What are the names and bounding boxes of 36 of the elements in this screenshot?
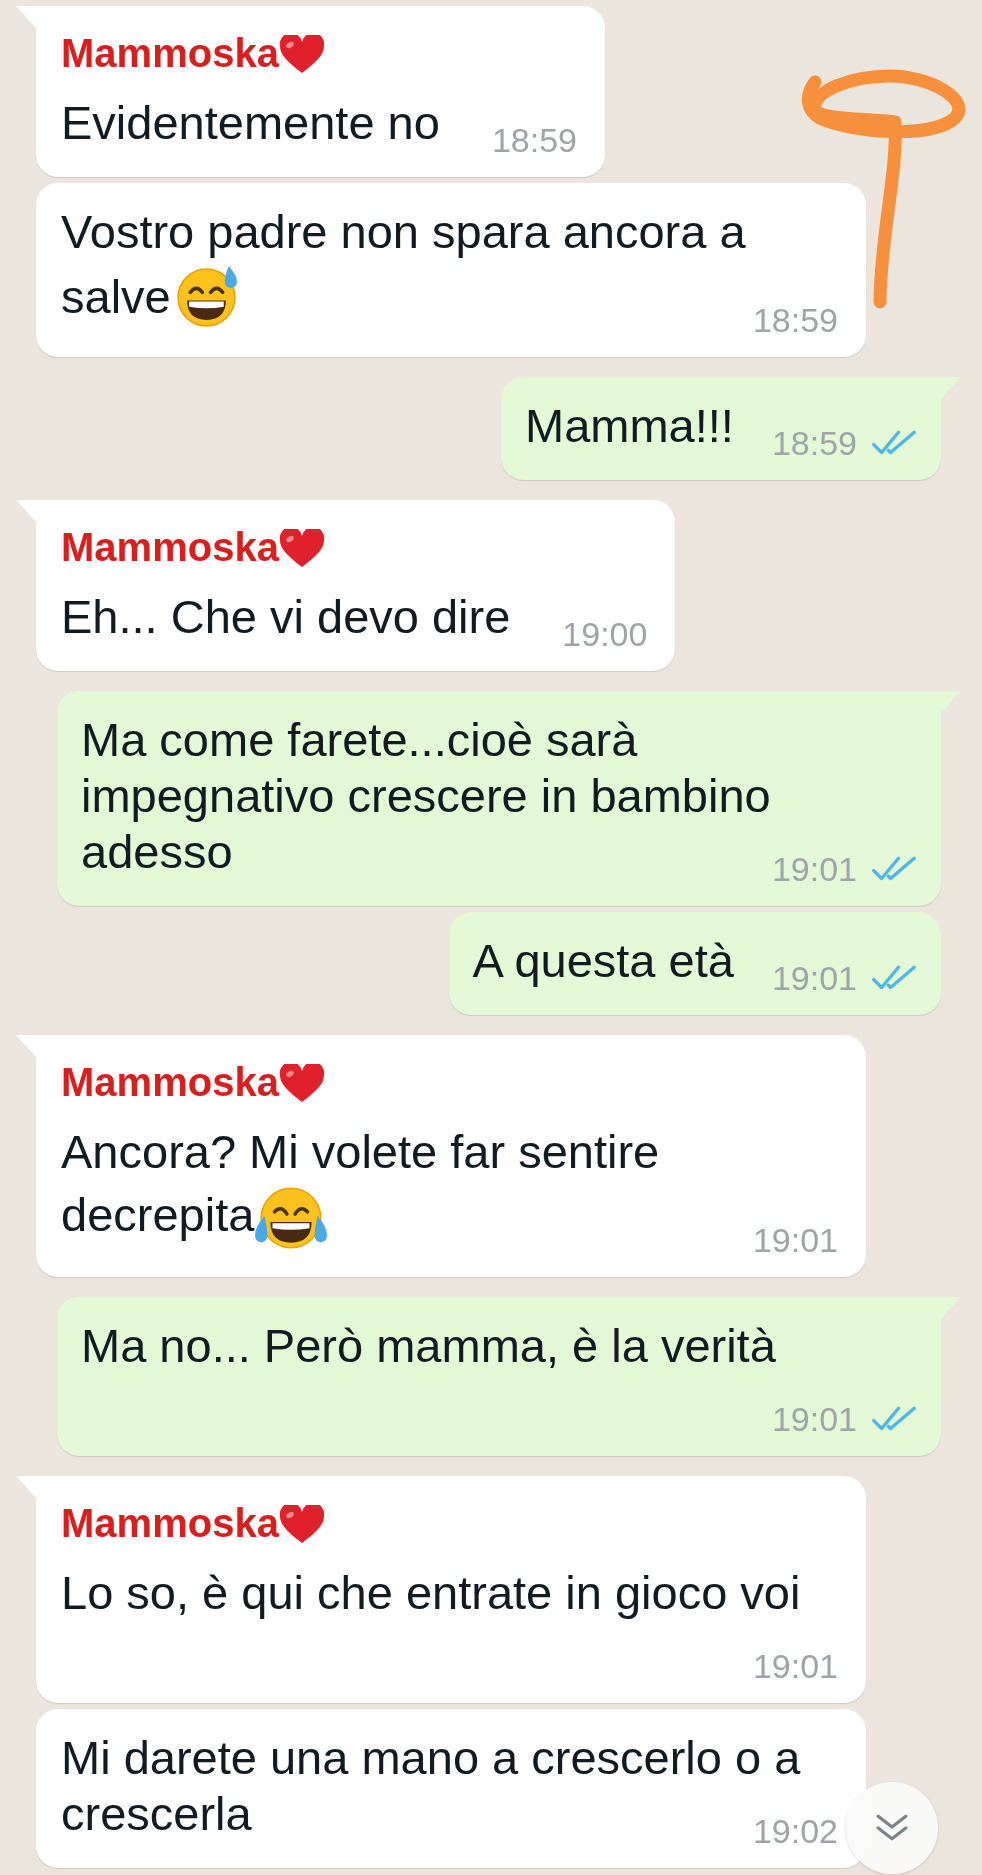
message-text: decrepita [61,1188,255,1241]
message-time: 18:59 [491,120,577,160]
message-text: A questa età [472,934,734,987]
sweat-smile-icon [176,265,239,327]
heart-icon [278,1064,325,1104]
message-text: Ma no... Però mamma, è la verità [81,1319,776,1372]
message-text: Mamma!!! [525,399,734,452]
message-time: 18:59 [752,300,838,340]
sender-name: Mammoska [61,1501,279,1545]
message-time: 19:01 [771,849,857,889]
message-text: Ma come farete...cioè sarà [81,712,638,768]
message-text: Eh... Che vi devo dire [61,590,511,643]
laughing-tears-icon [254,1187,329,1249]
message-text: Ancora? Mi volete far sentire [61,1124,660,1180]
message-text: impegnativo crescere in bambino [81,768,771,824]
heart-icon [278,1505,325,1545]
message-time: 19:01 [771,958,857,998]
message-time: 19:01 [771,1399,857,1439]
sender-name: Mammoska [61,1060,279,1104]
double-chevron-icon [876,1814,908,1842]
message-text: Vostro padre non spara ancora a [61,204,746,260]
message-text: adesso [81,825,233,878]
message-time: 19:02 [752,1811,838,1851]
sender-name: Mammoska [61,31,279,75]
message-text: crescerla [61,1787,252,1840]
heart-icon [278,35,325,75]
message-time: 19:01 [752,1220,838,1260]
message-time: 19:01 [752,1646,838,1686]
message-time: 19:00 [562,614,648,654]
message-text: Lo so, è qui che entrate in gioco voi [61,1566,801,1619]
message-text: Evidentemente no [61,96,440,149]
message-text: Mi darete una mano a crescerlo o a [61,1730,801,1786]
heart-icon [278,529,325,569]
message-text: salve [61,270,171,323]
sender-name: Mammoska [61,525,279,569]
message-time: 18:59 [771,423,857,463]
